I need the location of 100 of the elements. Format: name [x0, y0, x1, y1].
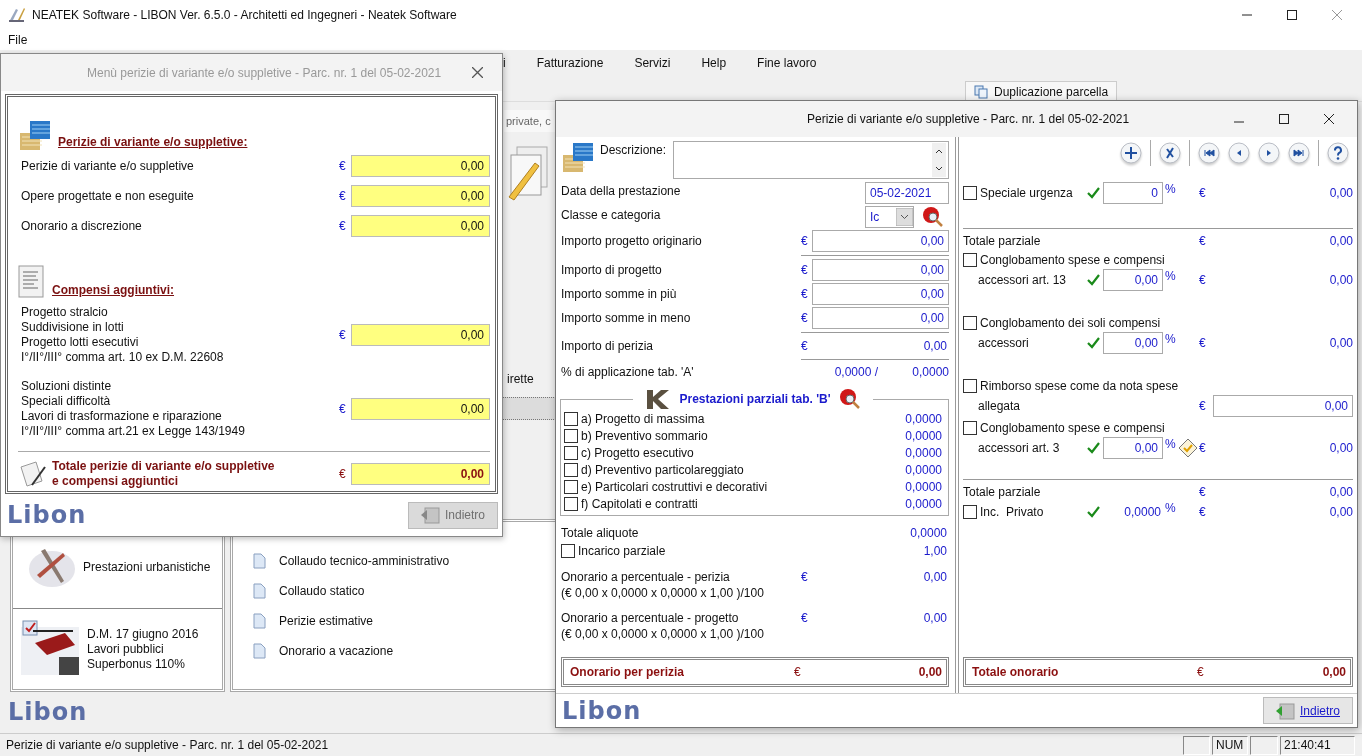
checkbox[interactable]: [564, 411, 578, 426]
category-link[interactable]: Prestazioni urbanistiche: [83, 559, 211, 575]
amount-field[interactable]: 0,00: [351, 185, 490, 207]
field-label: Perizie di variante e/o suppletive: [21, 158, 195, 174]
previous-icon[interactable]: [1228, 142, 1250, 164]
currency-symbol: €: [339, 189, 347, 203]
amount-field[interactable]: 0,00: [1213, 394, 1353, 417]
category-link[interactable]: Lavori pubblici: [87, 641, 199, 657]
checkbox[interactable]: [564, 445, 578, 460]
percent-field[interactable]: 0: [1103, 181, 1163, 204]
menu-item[interactable]: Fatturazione: [536, 56, 604, 70]
currency-symbol: €: [794, 665, 802, 679]
amount-field[interactable]: 0,00: [812, 230, 949, 252]
subtotal-label: Totale parziale: [963, 233, 1042, 248]
menu-item[interactable]: Servizi: [634, 56, 671, 70]
checkbox[interactable]: [963, 379, 977, 393]
amount-field[interactable]: 0,00: [351, 215, 490, 237]
checkbox[interactable]: [963, 421, 977, 435]
last-record-icon[interactable]: [1288, 142, 1310, 164]
field-label: Data della prestazione: [561, 183, 682, 198]
currency-symbol: €: [801, 610, 809, 625]
help-icon[interactable]: [1327, 142, 1349, 164]
fee-label: Onorario a percentuale - perizia: [561, 569, 731, 584]
percent-value: 0,0000: [1123, 504, 1162, 519]
help-search-icon[interactable]: [838, 388, 861, 410]
percent-field[interactable]: 0,00: [1103, 331, 1163, 354]
checkbox[interactable]: [564, 496, 578, 511]
service-link[interactable]: Onorario a vacazione: [279, 644, 394, 658]
menu-item[interactable]: Fine lavoro: [757, 56, 817, 70]
checkbox[interactable]: [963, 504, 977, 519]
group-title: Prestazioni parziali tab. 'B': [679, 392, 831, 406]
checkbox-label: d) Preventivo particolareggiato: [581, 462, 745, 477]
currency-symbol: €: [1199, 233, 1207, 248]
description-field[interactable]: [673, 141, 949, 179]
checkbox[interactable]: [963, 185, 977, 200]
category-link[interactable]: D.M. 17 giugno 2016: [87, 626, 199, 642]
service-link[interactable]: Collaudo statico: [279, 584, 365, 598]
checkbox[interactable]: [963, 316, 977, 330]
field-label: Importo progetto originario: [561, 234, 703, 248]
folder-stack-icon: [18, 119, 52, 151]
app-logo-icon: [8, 7, 26, 23]
document-icon: [253, 613, 266, 629]
field-label: Progetto lotti esecutivi: [21, 335, 140, 350]
rate-value: 0,0000: [910, 525, 947, 540]
duplicate-button[interactable]: Duplicazione parcella: [965, 81, 1118, 101]
maximize-icon[interactable]: [1279, 114, 1289, 124]
service-link[interactable]: Collaudo tecnico-amministrativo: [279, 554, 450, 568]
checkbox-label: Conglobamento spese e compensi: [980, 421, 1165, 435]
logo: Libon: [7, 501, 87, 529]
menu-item[interactable]: File: [8, 33, 28, 47]
cancel-icon[interactable]: [1159, 142, 1181, 164]
date-field[interactable]: 05-02-2021: [865, 182, 949, 204]
amount-field[interactable]: 0,00: [812, 307, 949, 329]
checkbox[interactable]: [963, 253, 977, 267]
checkbox-label: Speciale urgenza: [980, 185, 1073, 200]
rate-value: 0,0000: [905, 411, 942, 426]
close-icon[interactable]: [1324, 114, 1334, 124]
status-text: Perizie di variante e/o suppletive - Parc. nr. 1 del 05-02-2021: [6, 738, 330, 752]
percent-sign: %: [1164, 500, 1177, 515]
checkbox-label: Conglobamento dei soli compensi: [980, 316, 1161, 330]
amount-field[interactable]: 0,00: [812, 259, 949, 281]
diamond-check-icon[interactable]: [1178, 437, 1198, 458]
checkbox-label: e) Particolari costruttivi e decorativi: [581, 479, 769, 494]
dialog-title: Menù perizie di variante e/o suppletive - Parc. nr. 1 del 05-02-2021: [87, 65, 443, 80]
add-icon[interactable]: [1120, 142, 1142, 164]
help-search-icon[interactable]: [922, 206, 944, 228]
field-label: Classe e categoria: [561, 207, 662, 222]
percent-field[interactable]: 0,00: [1103, 436, 1163, 459]
window-title: Perizie di variante e/o suppletive - Parc. nr. 1 del 05-02-2021: [807, 112, 1131, 126]
rate-value: 0,0000: [905, 479, 942, 494]
first-record-icon[interactable]: [1198, 142, 1220, 164]
percent-field[interactable]: 0,00: [1103, 268, 1163, 291]
amount-field[interactable]: 0,00: [351, 324, 490, 346]
rate-value: 0,0000: [905, 462, 942, 477]
checkbox[interactable]: [564, 479, 578, 494]
back-button[interactable]: Indietro: [1262, 697, 1353, 724]
category-dropdown[interactable]: Ic: [865, 206, 914, 228]
total-value: 0,00: [917, 665, 942, 679]
subtotal-value: 0,00: [1328, 233, 1353, 248]
service-link[interactable]: Perizie estimative: [279, 614, 374, 628]
checkbox-label: c) Progetto esecutivo: [581, 445, 695, 460]
amount-field[interactable]: 0,00: [812, 283, 949, 305]
next-icon[interactable]: [1258, 142, 1280, 164]
checkbox[interactable]: [561, 544, 575, 558]
amount-value: 0,00: [922, 339, 948, 353]
field-label: Soluzioni distinte: [21, 379, 113, 394]
total-label: Totale perizie di variante e/o suppletive: [52, 459, 276, 474]
checkbox[interactable]: [564, 462, 578, 477]
menu-item[interactable]: i: [503, 56, 506, 70]
amount-field[interactable]: 0,00: [351, 155, 490, 177]
close-icon[interactable]: [472, 67, 483, 78]
category-link[interactable]: Superbonus 110%: [87, 656, 199, 672]
total-value: 0,00: [1321, 665, 1346, 679]
amount-field[interactable]: 0,00: [351, 398, 490, 420]
checkbox[interactable]: [564, 428, 578, 443]
maximize-icon[interactable]: [1287, 10, 1297, 20]
menu-item[interactable]: Help: [701, 56, 727, 70]
currency-symbol: €: [339, 219, 347, 233]
checkbox-label: b) Preventivo sommario: [581, 428, 709, 443]
scroll-arrows-icon[interactable]: [932, 143, 946, 177]
